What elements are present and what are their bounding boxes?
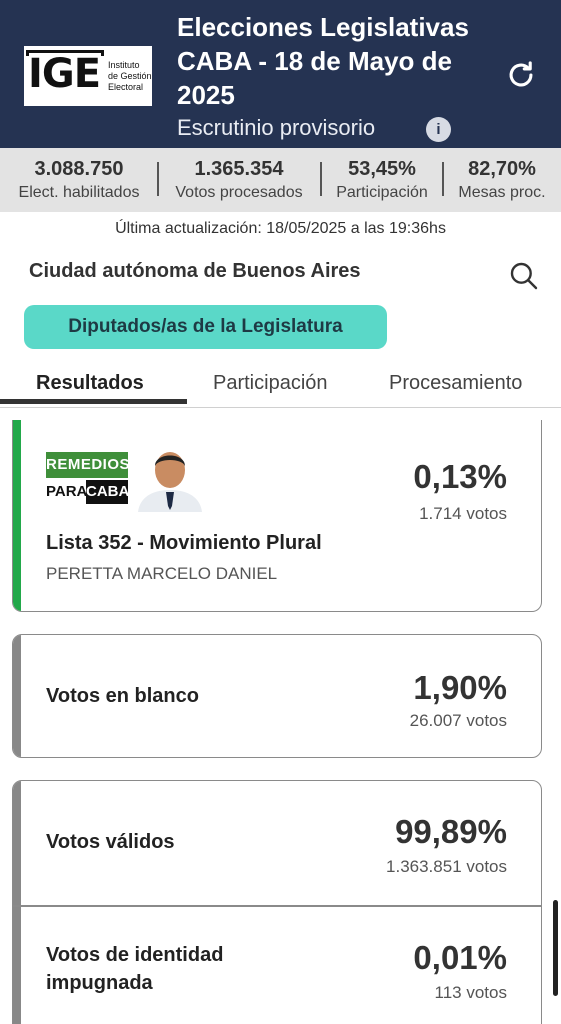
ige-logo: IGE Instituto de Gestión Electoral — [22, 44, 154, 108]
last-updated: Última actualización: 18/05/2025 a las 1… — [115, 220, 446, 237]
tab-resultados[interactable]: Resultados — [36, 372, 144, 395]
refresh-icon[interactable] — [504, 58, 538, 92]
candidate-name: PERETTA MARCELO DANIEL — [46, 564, 278, 583]
valid-votes-percentage: 99,89% — [395, 813, 507, 850]
stat-votos-procesados: 1.365.354 Votos procesados — [175, 158, 303, 201]
stat-separator — [157, 162, 159, 196]
logo-subtitle: Instituto de Gestión Electoral — [108, 60, 152, 92]
info-icon[interactable]: i — [426, 117, 451, 142]
card-stripe — [13, 635, 21, 757]
search-icon[interactable] — [508, 260, 540, 292]
blank-votes-card: Votos en blanco 1,90% 26.007 votos — [12, 634, 542, 758]
stat-electores: 3.088.750 Elect. habilitados — [18, 158, 140, 201]
party-percentage: 0,13% — [413, 458, 507, 495]
region-title: Ciudad autónoma de Buenos Aires — [29, 260, 361, 282]
card-stripe — [13, 781, 21, 1024]
summary-votes-card: Votos válidos 99,89% 1.363.851 votos Vot… — [12, 780, 542, 1024]
page-title: Elecciones Legislativas CABA - 18 de May… — [177, 12, 469, 110]
logo-text: IGE — [28, 51, 101, 97]
category-chip[interactable]: Diputados/as de la Legislatura — [24, 305, 387, 349]
active-tab-indicator — [0, 399, 187, 404]
party-logo: REMEDIOS PARA CABA — [46, 452, 130, 504]
impugned-votes-count: 113 votos — [434, 983, 507, 1002]
page-subtitle: Escrutinio provisorio — [177, 115, 376, 140]
valid-votes-label: Votos válidos — [46, 831, 175, 853]
valid-votes-count: 1.363.851 votos — [386, 857, 507, 876]
scrollbar[interactable] — [553, 900, 558, 996]
blank-votes-label: Votos en blanco — [46, 685, 199, 707]
stat-participacion: 53,45% Participación — [336, 158, 428, 201]
impugned-votes-percentage: 0,01% — [413, 939, 507, 976]
party-result-card[interactable]: REMEDIOS PARA CABA 0,13% 1.714 votos Lis… — [12, 420, 542, 612]
party-list-name: Lista 352 - Movimiento Plural — [46, 532, 322, 554]
impugned-votes-label: Votos de identidad impugnada — [46, 944, 224, 994]
tab-participacion[interactable]: Participación — [213, 372, 328, 395]
party-color-stripe — [13, 420, 21, 611]
blank-votes-percentage: 1,90% — [413, 669, 507, 706]
app-header: IGE Instituto de Gestión Electoral Elecc… — [0, 0, 561, 148]
tab-procesamiento[interactable]: Procesamiento — [389, 372, 522, 395]
party-votes: 1.714 votos — [419, 504, 507, 523]
stat-mesas: 82,70% Mesas proc. — [458, 158, 546, 201]
card-divider — [13, 905, 541, 907]
stat-separator — [320, 162, 322, 196]
stat-separator — [442, 162, 444, 196]
stats-bar: 3.088.750 Elect. habilitados 1.365.354 V… — [0, 148, 561, 212]
blank-votes-count: 26.007 votos — [409, 711, 507, 730]
candidate-photo — [138, 452, 202, 512]
tab-bar: Resultados Participación Procesamiento — [0, 368, 561, 408]
